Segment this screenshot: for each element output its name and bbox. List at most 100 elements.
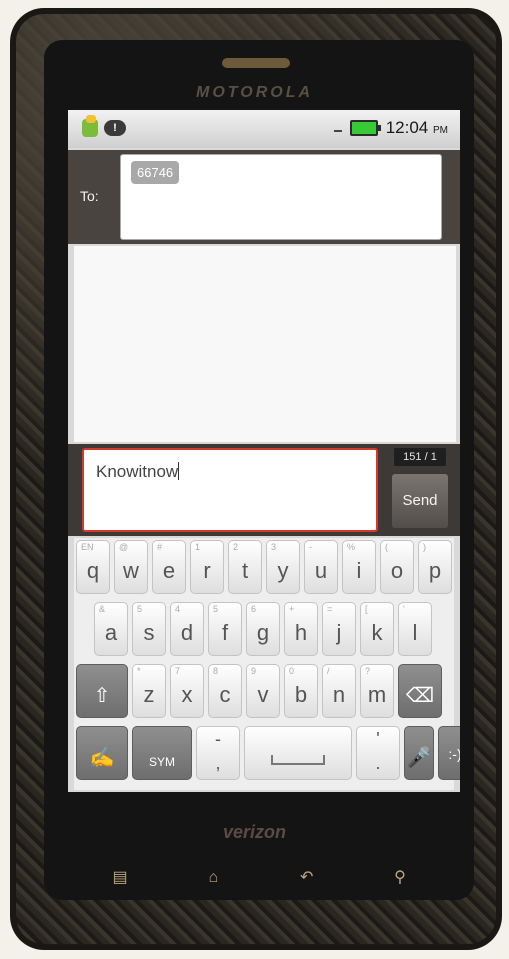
key-hint: 8 (213, 666, 219, 676)
key-hint: ' (403, 604, 405, 614)
key-hint: 1 (195, 542, 201, 552)
key-label: d (180, 620, 194, 645)
key-hint: 7 (175, 666, 181, 676)
key-hint: EN (81, 542, 94, 552)
key-a[interactable]: & a (94, 602, 128, 656)
key-label: w (123, 558, 139, 583)
signal-icon (333, 124, 342, 132)
key-k[interactable]: [k (360, 602, 394, 656)
keyboard-row-1: EN q @ w # e 1 r 2 t 3 y - u% i(o) p (74, 538, 454, 596)
punctuation-key[interactable]: -, (196, 726, 240, 780)
key-n[interactable]: / n (322, 664, 356, 718)
key-v[interactable]: 9v (246, 664, 280, 718)
soft-keyboard: EN q @ w # e 1 r 2 t 3 y - u% i(o) p & a 5 s 4 d 5 f 6 g + h = j[k ' l… (74, 538, 460, 790)
key-hint: 6 (251, 604, 257, 614)
alt-key[interactable]: ✍ (76, 726, 128, 780)
search-icon[interactable]: ⚲ (370, 864, 430, 892)
message-text-wrapper: Knowitnow (96, 462, 180, 482)
key-u[interactable]: -u (304, 540, 338, 594)
key-hint: ( (385, 542, 388, 552)
key-g[interactable]: 6g (246, 602, 280, 656)
backspace-key[interactable]: ⌫ (398, 664, 442, 718)
key-label: j (336, 620, 342, 645)
key-label: r (203, 558, 211, 583)
battery-icon (349, 120, 381, 136)
key-label: v (257, 682, 269, 707)
status-bar: ! 12:04 PM (68, 110, 460, 148)
key-y[interactable]: 3y (266, 540, 300, 594)
key-q[interactable]: EN q (76, 540, 110, 594)
keyboard-row-2: & a 5 s 4 d 5 f 6 g + h = j[k ' l (92, 600, 434, 658)
sym-key[interactable]: SYM (132, 726, 192, 780)
key-hint: & (99, 604, 106, 614)
key-s[interactable]: 5s (132, 602, 166, 656)
key-r[interactable]: 1r (190, 540, 224, 594)
keyboard-row-3: ⇧ * z 7 x 8 c 9 v 0 b / n? m ⌫ (74, 662, 444, 720)
key-label: f (221, 620, 229, 645)
key-label: h (294, 620, 308, 645)
clock-time: 12:04 (385, 118, 429, 137)
key-label: t (241, 558, 249, 583)
key-hint: = (327, 604, 333, 614)
key-p[interactable]: ) p (418, 540, 452, 594)
key-hint: # (157, 542, 163, 552)
key-w[interactable]: @ w (114, 540, 148, 594)
hardware-nav-bar: ▤ ⌂ ↶ ⚲ (90, 860, 430, 896)
recipient-chip[interactable]: 66746 (131, 161, 180, 184)
key-label: y (277, 558, 289, 583)
menu-icon[interactable]: ▤ (90, 864, 150, 892)
message-input[interactable]: Knowitnow (82, 448, 378, 532)
compose-row: Knowitnow 151 / 1 Send (68, 444, 460, 536)
key-x[interactable]: 7x (170, 664, 204, 718)
recipient-field[interactable]: 66746 (120, 154, 442, 240)
key-hint: 5 (213, 604, 219, 614)
key-label: k (371, 620, 383, 645)
key-hint: 0 (289, 666, 295, 676)
key-c[interactable]: 8c (208, 664, 242, 718)
key-b[interactable]: 0b (284, 664, 318, 718)
key-d[interactable]: 4d (170, 602, 204, 656)
apostrophe-period-key[interactable]: '. (356, 726, 400, 780)
shift-key[interactable]: ⇧ (76, 664, 128, 718)
key-hint: / (327, 666, 330, 676)
screen: ! 12:04 PM To: 66746 Knowitnow 151 / 1 S… (68, 110, 460, 792)
key-e[interactable]: # e (152, 540, 186, 594)
yahoo-messenger-icon: ! (104, 120, 126, 136)
key-z[interactable]: * z (132, 664, 166, 718)
message-text: Knowitnow (96, 462, 179, 481)
key-label: g (256, 620, 270, 645)
key-o[interactable]: (o (380, 540, 414, 594)
key-hint: * (137, 666, 141, 676)
key-m[interactable]: ? m (360, 664, 394, 718)
key-h[interactable]: + h (284, 602, 318, 656)
key-hint: ) (423, 542, 426, 552)
key-j[interactable]: = j (322, 602, 356, 656)
key-label: z (143, 682, 155, 707)
key-l[interactable]: ' l (398, 602, 432, 656)
smiley-key[interactable]: :-) (438, 726, 460, 780)
key-label: s (143, 620, 155, 645)
microphone-key[interactable]: 🎤 (404, 726, 434, 780)
key-hint: - (309, 542, 312, 552)
key-label: a (104, 620, 118, 645)
home-icon[interactable]: ⌂ (183, 864, 243, 892)
send-button[interactable]: Send (392, 474, 448, 528)
space-key[interactable] (244, 726, 352, 780)
key-hint: 3 (271, 542, 277, 552)
key-label: e (162, 558, 176, 583)
key-t[interactable]: 2t (228, 540, 262, 594)
key-i[interactable]: % i (342, 540, 376, 594)
key-hint: [ (365, 604, 368, 614)
key-hint: + (289, 604, 295, 614)
to-label: To: (80, 188, 99, 204)
key-hint: 9 (251, 666, 257, 676)
key-label: m (367, 682, 387, 707)
key-label: i (356, 558, 362, 583)
clock-ampm: PM (433, 125, 448, 136)
clock: 12:04 PM (386, 118, 448, 138)
key-hint: 5 (137, 604, 143, 614)
key-label: b (294, 682, 308, 707)
key-f[interactable]: 5f (208, 602, 242, 656)
back-icon[interactable]: ↶ (277, 864, 337, 892)
key-label: x (181, 682, 193, 707)
